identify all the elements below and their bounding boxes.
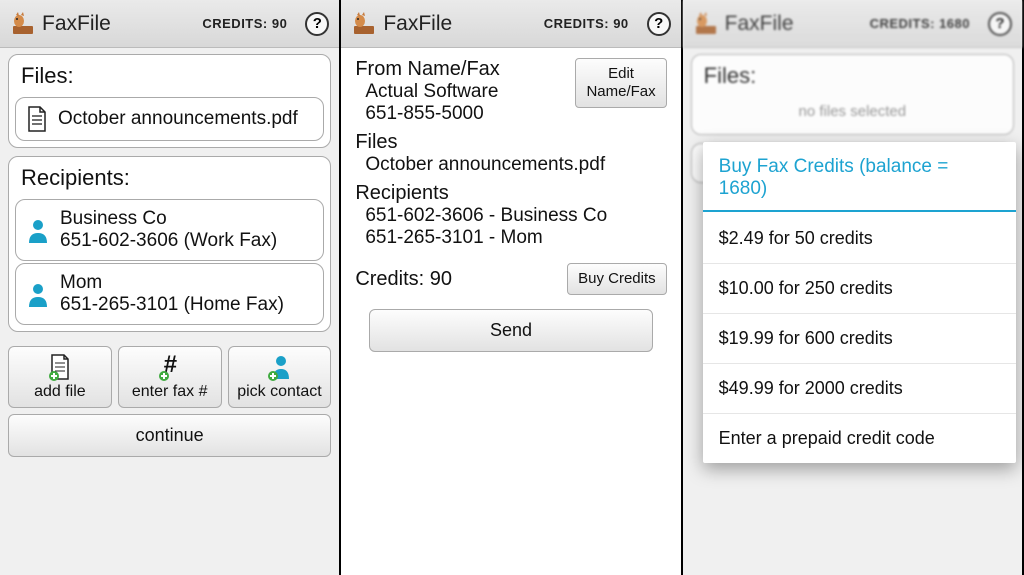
credits-label: CREDITS: 90 (202, 16, 287, 31)
credit-option[interactable]: $49.99 for 2000 credits (703, 364, 1016, 414)
from-label: From Name/Fax (355, 58, 499, 81)
app-title: FaxFile (725, 12, 794, 36)
credit-option-prepaid[interactable]: Enter a prepaid credit code (703, 414, 1016, 463)
summary-recipient-line: 651-602-3606 - Business Co (355, 205, 666, 227)
app-logo-icon (693, 11, 719, 37)
recipient-item[interactable]: Mom 651-265-3101 (Home Fax) (15, 263, 324, 325)
dialog-divider (703, 210, 1016, 212)
action-row: add file # enter fax # pick contact (8, 346, 331, 408)
no-files-message: no files selected (698, 95, 1007, 130)
app-title: FaxFile (42, 12, 111, 36)
summary-file-name: October announcements.pdf (355, 154, 666, 176)
file-name-label: October announcements.pdf (58, 108, 298, 130)
credit-option[interactable]: $2.49 for 50 credits (703, 214, 1016, 264)
help-button[interactable]: ? (305, 12, 329, 36)
files-card: Files: no files selected (691, 54, 1014, 135)
recipients-heading: Recipients: (15, 161, 324, 197)
file-item[interactable]: October announcements.pdf (15, 97, 324, 141)
enter-fax-button[interactable]: # enter fax # (118, 346, 222, 408)
recipients-card: Recipients: Business Co 651-602-3606 (Wo… (8, 156, 331, 332)
app-title: FaxFile (383, 12, 452, 36)
continue-button[interactable]: continue (8, 414, 331, 457)
from-name: Actual Software (355, 81, 499, 103)
add-file-label: add file (34, 383, 86, 401)
enter-fax-label: enter fax # (132, 383, 208, 401)
recipient-name: Mom (60, 272, 284, 294)
panel-confirm-send: FaxFile CREDITS: 90 ? From Name/Fax Actu… (341, 0, 682, 575)
from-fax: 651-855-5000 (355, 103, 499, 125)
app-header: FaxFile CREDITS: 90 ? (341, 0, 680, 48)
send-button[interactable]: Send (369, 309, 652, 352)
credits-label: CREDITS: 1680 (870, 16, 970, 31)
panel-buy-credits: FaxFile CREDITS: 1680 ? Files: no files … (683, 0, 1024, 575)
app-header: FaxFile CREDITS: 1680 ? (683, 0, 1022, 48)
summary-recipient-line: 651-265-3101 - Mom (355, 227, 666, 249)
dialog-title: Buy Fax Credits (balance = 1680) (703, 142, 1016, 210)
buy-credits-button[interactable]: Buy Credits (567, 263, 667, 295)
pick-contact-icon (265, 353, 293, 381)
recipient-item[interactable]: Business Co 651-602-3606 (Work Fax) (15, 199, 324, 261)
files-heading: Files: (698, 59, 1007, 95)
help-button[interactable]: ? (647, 12, 671, 36)
credits-label: CREDITS: 90 (544, 16, 629, 31)
recipients-label: Recipients (355, 182, 666, 205)
files-card: Files: October announcements.pdf (8, 54, 331, 148)
app-logo-icon (10, 11, 36, 37)
recipient-fax: 651-602-3606 (Work Fax) (60, 230, 277, 252)
contact-icon (26, 216, 50, 244)
hash-icon: # (156, 353, 184, 381)
help-button[interactable]: ? (988, 12, 1012, 36)
recipient-name: Business Co (60, 208, 277, 230)
buy-credits-dialog: Buy Fax Credits (balance = 1680) $2.49 f… (703, 142, 1016, 463)
credit-option[interactable]: $19.99 for 600 credits (703, 314, 1016, 364)
add-file-button[interactable]: add file (8, 346, 112, 408)
credit-option[interactable]: $10.00 for 250 credits (703, 264, 1016, 314)
contact-icon (26, 280, 50, 308)
pick-contact-button[interactable]: pick contact (228, 346, 332, 408)
edit-name-fax-button[interactable]: Edit Name/Fax (575, 58, 666, 108)
files-label: Files (355, 131, 666, 154)
add-file-icon (46, 353, 74, 381)
app-header: FaxFile CREDITS: 90 ? (0, 0, 339, 48)
files-heading: Files: (15, 59, 324, 95)
panel-files-recipients: FaxFile CREDITS: 90 ? Files: October ann… (0, 0, 341, 575)
credits-summary-label: Credits: 90 (355, 268, 452, 291)
pick-contact-label: pick contact (237, 383, 321, 401)
summary-body: From Name/Fax Actual Software 651-855-50… (341, 48, 680, 575)
document-icon (26, 106, 48, 132)
app-logo-icon (351, 11, 377, 37)
recipient-fax: 651-265-3101 (Home Fax) (60, 294, 284, 316)
